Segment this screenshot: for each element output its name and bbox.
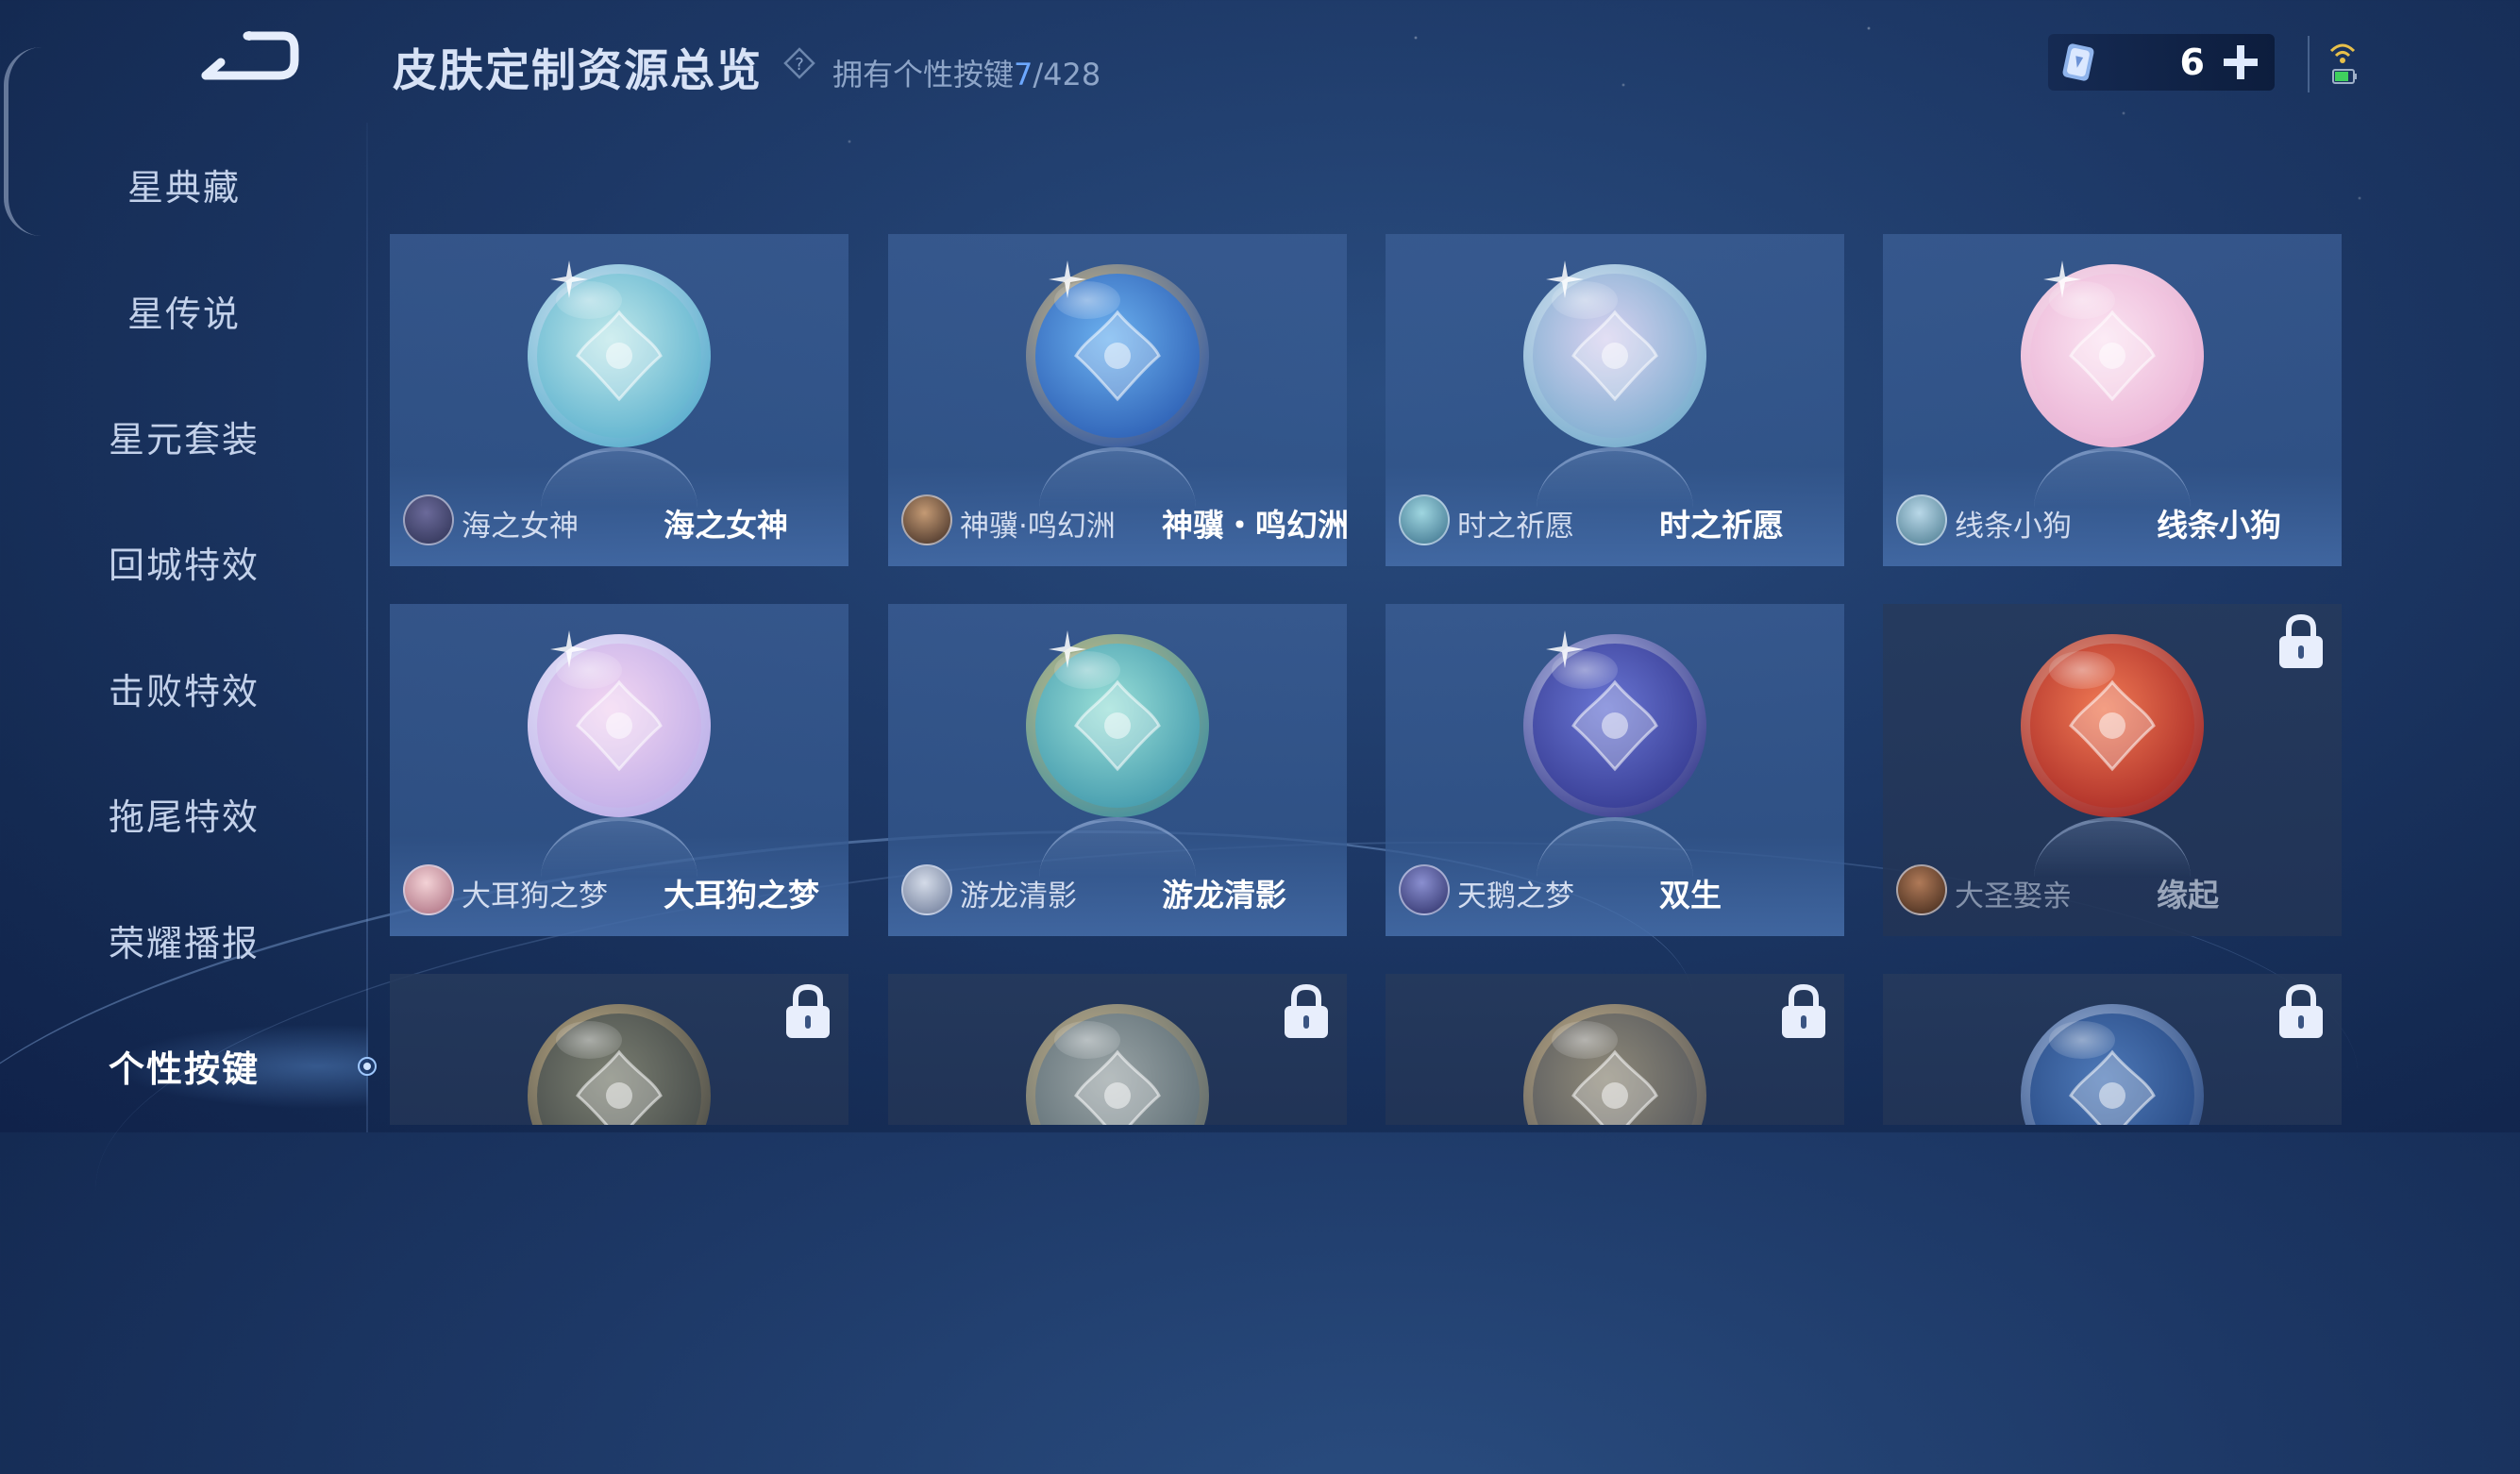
header-divider bbox=[2308, 36, 2310, 92]
hero-avatar bbox=[901, 494, 952, 545]
lock-icon bbox=[2274, 981, 2328, 1042]
key-card[interactable] bbox=[390, 974, 848, 1125]
sparkle-icon bbox=[1546, 260, 1584, 298]
skin-name: 天鹅之梦 bbox=[1457, 879, 1574, 913]
sidebar-item-custom-keys[interactable]: 个性按键 bbox=[0, 1036, 368, 1102]
lock-icon bbox=[2274, 611, 2328, 672]
emblem-reflection bbox=[1039, 817, 1196, 878]
sidebar-item-glory-broadcast[interactable]: 荣耀播报 bbox=[0, 911, 368, 977]
currency-value: 6 bbox=[2179, 42, 2205, 83]
hero-avatar bbox=[1399, 864, 1450, 915]
sidebar-item-star-collection[interactable]: 星典藏 bbox=[0, 155, 368, 221]
sidebar-item-recall-effect[interactable]: 回城特效 bbox=[0, 532, 368, 598]
emblem-reflection bbox=[1537, 817, 1693, 878]
emblem-reflection bbox=[541, 447, 697, 508]
sparkle-icon bbox=[1546, 630, 1584, 668]
owned-total: /428 bbox=[1033, 57, 1101, 92]
skin-name: 大圣娶亲 bbox=[1955, 879, 2072, 913]
key-name: 双生 bbox=[1659, 877, 1722, 913]
coupon-icon bbox=[2056, 40, 2101, 85]
key-name: 神骥・鸣幻洲 bbox=[1162, 507, 1347, 544]
key-card[interactable] bbox=[888, 974, 1347, 1125]
hero-avatar bbox=[1399, 494, 1450, 545]
owned-keys-summary: 拥有个性按键7/428 bbox=[832, 51, 1100, 94]
owned-label: 拥有个性按键 bbox=[832, 57, 1015, 92]
sidebar-item-star-suit[interactable]: 星元套装 bbox=[0, 407, 368, 473]
skin-name: 海之女神 bbox=[462, 510, 579, 544]
sparkle-icon bbox=[1049, 260, 1086, 298]
sidebar-item-kill-effect[interactable]: 击败特效 bbox=[0, 659, 368, 725]
emblem-reflection bbox=[1537, 447, 1693, 508]
emblem-reflection bbox=[541, 817, 697, 878]
emblem-shine bbox=[1054, 1021, 1120, 1059]
key-name: 大耳狗之梦 bbox=[664, 877, 819, 913]
key-card[interactable]: 天鹅之梦 双生 bbox=[1386, 604, 1844, 936]
lock-icon bbox=[1279, 981, 1334, 1042]
key-card[interactable]: 大耳狗之梦 大耳狗之梦 bbox=[390, 604, 848, 936]
sparkle-icon bbox=[550, 630, 588, 668]
owned-count: 7 bbox=[1014, 57, 1033, 92]
key-emblem-icon bbox=[2021, 634, 2204, 817]
skin-name: 神骥·鸣幻洲 bbox=[960, 510, 1116, 544]
hero-avatar bbox=[901, 864, 952, 915]
hero-avatar bbox=[1896, 864, 1947, 915]
key-name: 时之祈愿 bbox=[1659, 507, 1784, 544]
sidebar-item-trail-effect[interactable]: 拖尾特效 bbox=[0, 784, 368, 850]
key-name: 缘起 bbox=[2157, 877, 2219, 913]
emblem-reflection bbox=[1039, 447, 1196, 508]
skin-name: 线条小狗 bbox=[1955, 510, 2072, 544]
key-card[interactable] bbox=[1386, 974, 1844, 1125]
emblem-reflection bbox=[2034, 447, 2191, 508]
skin-name: 游龙清影 bbox=[960, 879, 1077, 913]
emblem-shine bbox=[2049, 651, 2115, 689]
emblem-shine bbox=[1552, 1021, 1618, 1059]
key-card[interactable]: 游龙清影 游龙清影 bbox=[888, 604, 1347, 936]
sidebar-item-star-legend[interactable]: 星传说 bbox=[0, 281, 368, 347]
sidebar: 星典藏 星传说 星元套装 回城特效 击败特效 拖尾特效 荣耀播报 个性按键 bbox=[0, 142, 368, 1132]
key-card[interactable]: 神骥·鸣幻洲 神骥・鸣幻洲 bbox=[888, 234, 1347, 566]
key-emblem-icon bbox=[2021, 1004, 2204, 1125]
hero-avatar bbox=[1896, 494, 1947, 545]
question-icon[interactable]: ? bbox=[783, 47, 815, 79]
skin-name: 大耳狗之梦 bbox=[462, 879, 608, 913]
key-card[interactable]: 海之女神 海之女神 bbox=[390, 234, 848, 566]
lock-icon bbox=[1776, 981, 1831, 1042]
currency-bar: 6 bbox=[2048, 34, 2275, 91]
emblem-shine bbox=[556, 1021, 622, 1059]
network-battery-icon bbox=[2324, 38, 2361, 94]
page-title: 皮肤定制资源总览 bbox=[393, 45, 763, 97]
sparkle-icon bbox=[1049, 630, 1086, 668]
plus-icon[interactable] bbox=[2220, 42, 2261, 83]
emblem-reflection bbox=[2034, 817, 2191, 878]
key-name: 海之女神 bbox=[664, 507, 788, 544]
back-button[interactable] bbox=[189, 28, 302, 89]
hero-avatar bbox=[403, 864, 454, 915]
svg-text:?: ? bbox=[795, 55, 804, 75]
hero-avatar bbox=[403, 494, 454, 545]
key-name: 游龙清影 bbox=[1162, 877, 1286, 913]
key-emblem-icon bbox=[528, 1004, 711, 1125]
key-card[interactable]: 大圣娶亲 缘起 bbox=[1883, 604, 2342, 936]
key-card[interactable] bbox=[1883, 974, 2342, 1125]
key-emblem-icon bbox=[1523, 1004, 1706, 1125]
emblem-shine bbox=[2049, 1021, 2115, 1059]
key-card[interactable]: 线条小狗 线条小狗 bbox=[1883, 234, 2342, 566]
key-card[interactable]: 时之祈愿 时之祈愿 bbox=[1386, 234, 1844, 566]
sparkle-icon bbox=[550, 260, 588, 298]
key-name: 线条小狗 bbox=[2157, 507, 2281, 544]
lock-icon bbox=[781, 981, 835, 1042]
back-arrow-icon bbox=[201, 31, 299, 80]
sparkle-icon bbox=[2043, 260, 2081, 298]
key-emblem-icon bbox=[1026, 1004, 1209, 1125]
skin-name: 时之祈愿 bbox=[1457, 510, 1574, 544]
